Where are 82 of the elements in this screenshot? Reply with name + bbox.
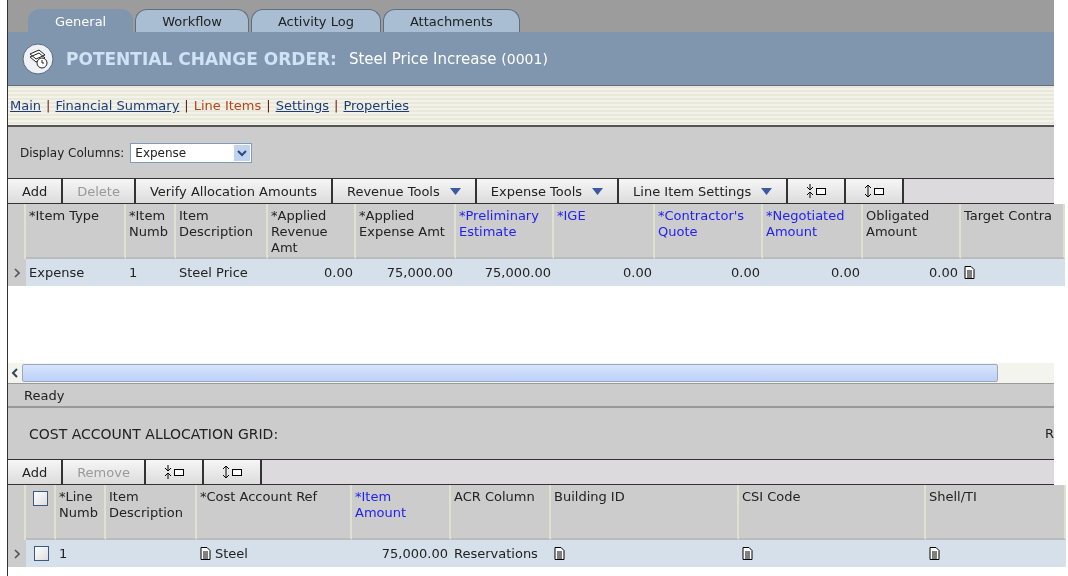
nav-link[interactable]: Settings: [275, 98, 330, 113]
row-selector[interactable]: [8, 540, 26, 567]
tab[interactable]: Activity Log: [250, 9, 381, 32]
column-header[interactable]: *Applied Expense Amt: [356, 204, 456, 259]
table-cell: Steel Price: [176, 259, 268, 286]
column-header[interactable]: Item Description: [176, 204, 268, 259]
expand-rows-button[interactable]: [203, 460, 262, 484]
column-header[interactable]: Obligated Amount: [863, 204, 961, 259]
toolbar-menu-button[interactable]: Revenue Tools: [333, 179, 477, 203]
table-cell: 75,000.00: [356, 259, 456, 286]
column-header[interactable]: *Negotiated Amount: [763, 204, 863, 259]
nav-link[interactable]: Properties: [343, 98, 410, 113]
side-text: R: [1044, 426, 1054, 441]
nav-link[interactable]: Main: [10, 98, 42, 113]
document-icon[interactable]: [929, 547, 940, 560]
table-cell: Reservations: [451, 540, 551, 567]
row-checkbox[interactable]: [33, 546, 49, 561]
table-cell: 1: [126, 259, 176, 286]
column-header[interactable]: Target Contra: [961, 204, 1065, 259]
table-cell: 0.00: [863, 259, 961, 286]
dropdown-caret-icon: [592, 187, 604, 195]
nav-link[interactable]: Line Items: [193, 98, 262, 113]
document-icon[interactable]: [200, 547, 211, 560]
column-header[interactable]: *IGE: [554, 204, 655, 259]
money-clock-icon: [22, 42, 54, 75]
toolbar-button[interactable]: Verify Allocation Amounts: [135, 179, 333, 203]
expand-rows-button[interactable]: [846, 179, 905, 203]
column-header[interactable]: Shell/TI: [926, 485, 1066, 540]
link-separator: |: [334, 98, 339, 113]
page-title: POTENTIAL CHANGE ORDER:: [66, 48, 337, 69]
collapse-rows-button[interactable]: [788, 179, 847, 203]
collapse-rows-icon: [163, 465, 184, 479]
column-header[interactable]: *Cost Account Ref: [197, 485, 352, 540]
table-cell: 75,000.00: [456, 259, 554, 286]
link-separator: |: [46, 98, 51, 113]
link-separator: |: [266, 98, 271, 113]
column-header[interactable]: *Line Numb: [56, 485, 106, 540]
toolbar-button[interactable]: Add: [8, 460, 64, 484]
column-header[interactable]: ACR Column: [451, 485, 551, 540]
expand-rows-icon: [864, 184, 885, 198]
link-separator: |: [184, 98, 189, 113]
document-icon[interactable]: [742, 547, 753, 560]
table-cell: 0.00: [763, 259, 863, 286]
toolbar-menu-button[interactable]: Line Item Settings: [619, 179, 789, 203]
column-header[interactable]: Building ID: [551, 485, 739, 540]
table-cell: 0.00: [554, 259, 655, 286]
column-header[interactable]: *Contractor's Quote: [655, 204, 763, 259]
collapse-rows-button[interactable]: [145, 460, 204, 484]
expand-rows-icon: [221, 465, 242, 479]
cell-text: Steel: [215, 546, 248, 561]
record-name: Steel Price Increase (0001): [348, 49, 548, 68]
document-icon[interactable]: [964, 266, 975, 279]
select-all-checkbox[interactable]: [32, 491, 48, 506]
tab[interactable]: Workflow: [135, 9, 249, 32]
tab[interactable]: Attachments: [382, 9, 520, 32]
section-title: COST ACCOUNT ALLOCATION GRID:: [29, 425, 279, 442]
dropdown-caret-icon: [761, 187, 773, 195]
column-header[interactable]: Item Description: [106, 485, 197, 540]
table-cell: 0.00: [268, 259, 356, 286]
row-pointer-icon: [14, 267, 20, 278]
row-pointer-icon: [14, 548, 20, 559]
field-label: Display Columns:: [20, 145, 125, 160]
toolbar-button[interactable]: Add: [8, 179, 64, 203]
column-header[interactable]: *Item Numb: [126, 204, 176, 259]
document-icon[interactable]: [554, 547, 565, 560]
nav-link[interactable]: Financial Summary: [55, 98, 180, 113]
collapse-rows-icon: [806, 184, 827, 198]
horizontal-scrollbar[interactable]: [8, 363, 1054, 383]
toolbar-menu-button[interactable]: Expense Tools: [476, 179, 620, 203]
status-text: Ready: [24, 387, 65, 403]
row-selector[interactable]: [8, 259, 26, 286]
column-header[interactable]: CSI Code: [739, 485, 926, 540]
column-header[interactable]: *Applied Revenue Amt: [268, 204, 356, 259]
table-cell: 0.00: [655, 259, 763, 286]
display-columns-dropdown[interactable]: Expense: [130, 142, 253, 163]
table-cell: Expense: [26, 259, 126, 286]
table-cell: 1: [56, 540, 106, 567]
column-header[interactable]: *Item Type: [26, 204, 126, 259]
column-header[interactable]: *Preliminary Estimate: [456, 204, 554, 259]
column-header[interactable]: *Item Amount: [352, 485, 451, 540]
dropdown-caret-icon: [449, 187, 461, 195]
table-cell: 75,000.00: [352, 540, 451, 567]
